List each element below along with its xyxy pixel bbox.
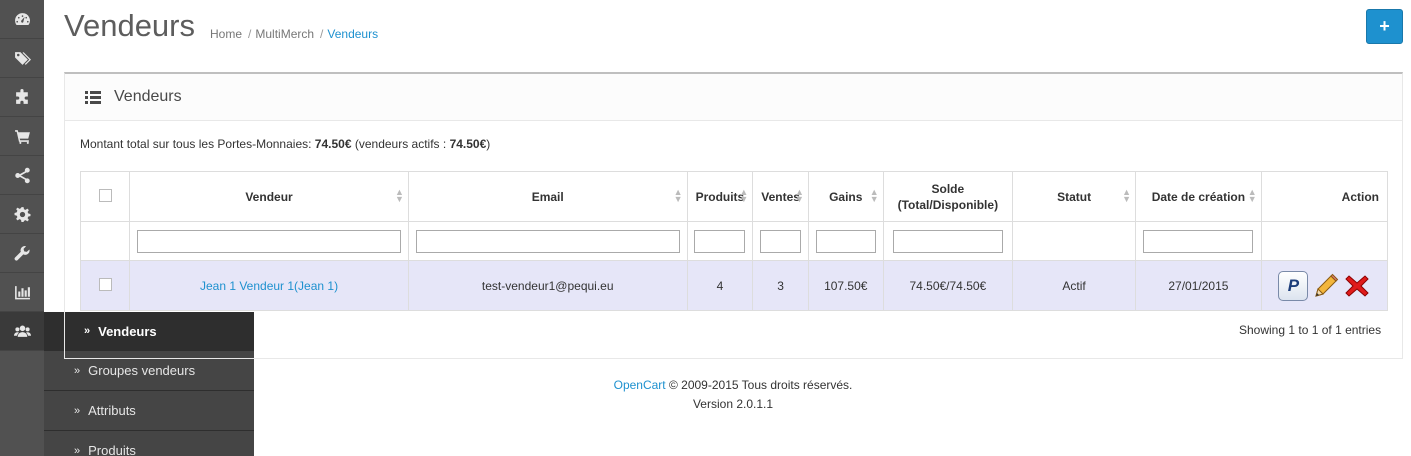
filter-solde-input[interactable] [892,229,1003,253]
cart-icon[interactable] [0,117,44,156]
share-icon[interactable] [0,156,44,195]
footer-version: Version 2.0.1.1 [692,397,774,411]
filter-date-input[interactable] [1143,229,1254,253]
add-button[interactable]: + [1366,9,1403,44]
column-header-solde[interactable]: Solde (Total/Disponible) [882,171,1014,222]
sort-icon: ▲ ▼ [1247,187,1257,204]
list-icon [85,90,101,104]
column-header-gains[interactable]: Gains ▲ ▼ [807,171,884,222]
double-chevron-right-icon: » [74,444,81,456]
tags-icon[interactable] [0,39,44,78]
delete-icon[interactable] [1344,273,1370,299]
dashboard-icon[interactable] [0,0,44,39]
vendor-solde: 74.50€/74.50€ [882,260,1014,311]
column-header-produits[interactable]: Produits ▲ ▼ [686,171,754,222]
double-chevron-right-icon: » [74,404,81,417]
sort-icon: ▲ ▼ [394,187,404,204]
column-header-date[interactable]: Date de création ▲ ▼ [1135,171,1262,222]
vendor-gains: 107.50€ [807,260,884,311]
wrench-icon[interactable] [0,234,44,273]
footer: OpenCart © 2009-2015 Tous droits réservé… [254,376,1212,414]
opencart-link[interactable]: OpenCart [614,378,666,392]
breadcrumb-separator: / [320,27,324,41]
page-title: Vendeurs [64,8,195,43]
row-checkbox[interactable] [98,277,112,291]
sort-icon: ▲ ▼ [739,187,749,204]
wallet-total: Montant total sur tous les Portes-Monnai… [80,137,491,151]
select-all-checkbox[interactable] [98,188,112,202]
table-header-row: Vendeur ▲ ▼ Email ▲ ▼ Produits ▲ ▼ Ventes ▲ ▼ Ga… [79,171,1389,222]
sidebar-iconbar [0,0,44,456]
column-header-statut[interactable]: Statut ▲ ▼ [1012,171,1137,222]
filter-ventes-input[interactable] [760,229,802,253]
panel-heading: Vendeurs [65,74,1402,121]
breadcrumb: Home / MultiMerch / Vendeurs [210,27,384,41]
breadcrumb-multimerch[interactable]: MultiMerch [255,27,314,41]
column-header-action: Action [1260,171,1389,222]
column-header-ventes[interactable]: Ventes ▲ ▼ [752,171,809,222]
filter-gains-input[interactable] [815,229,876,253]
vendor-produits: 4 [686,260,754,311]
vendors-panel: Vendeurs Montant total sur tous les Port… [64,72,1403,359]
column-header-email[interactable]: Email ▲ ▼ [407,171,688,222]
breadcrumb-home[interactable]: Home [210,27,242,41]
pagination-info: Showing 1 to 1 of 1 entries [1239,323,1382,337]
flyout-item-produits[interactable]: » Produits [44,431,254,456]
filter-vendeur-input[interactable] [137,229,402,253]
vendor-name-link[interactable]: Jean 1 Vendeur 1(Jean 1) [200,279,338,293]
filter-email-input[interactable] [415,229,680,253]
users-icon[interactable] [0,312,44,351]
table-filter-row [79,221,1389,261]
vendor-ventes: 3 [752,260,809,311]
vendor-email: test-vendeur1@pequi.eu [407,260,688,311]
panel-title: Vendeurs [114,88,182,105]
vendors-table: Vendeur ▲ ▼ Email ▲ ▼ Produits ▲ ▼ Ventes ▲ ▼ Ga… [79,171,1389,311]
gear-icon[interactable] [0,195,44,234]
bar-chart-icon[interactable] [0,273,44,312]
sort-icon: ▲ ▼ [1122,187,1132,204]
sort-icon: ▲ ▼ [869,187,879,204]
puzzle-icon[interactable] [0,78,44,117]
flyout-item-attributs[interactable]: » Attributs [44,391,254,431]
sort-icon: ▲ ▼ [795,187,804,204]
breadcrumb-separator: / [248,27,252,41]
table-row: Jean 1 Vendeur 1(Jean 1) test-vendeur1@p… [79,260,1389,311]
edit-pencil-icon[interactable] [1312,272,1340,300]
sort-icon: ▲ ▼ [673,187,683,204]
breadcrumb-current[interactable]: Vendeurs [327,27,378,41]
vendor-date: 27/01/2015 [1135,260,1262,311]
select-all-cell [79,171,131,222]
column-header-vendeur[interactable]: Vendeur ▲ ▼ [129,171,409,222]
vendor-statut: Actif [1012,260,1137,311]
double-chevron-right-icon: » [74,364,81,377]
filter-produits-input[interactable] [694,229,746,253]
paypal-icon[interactable]: P [1278,270,1309,301]
row-actions: P [1278,270,1370,301]
